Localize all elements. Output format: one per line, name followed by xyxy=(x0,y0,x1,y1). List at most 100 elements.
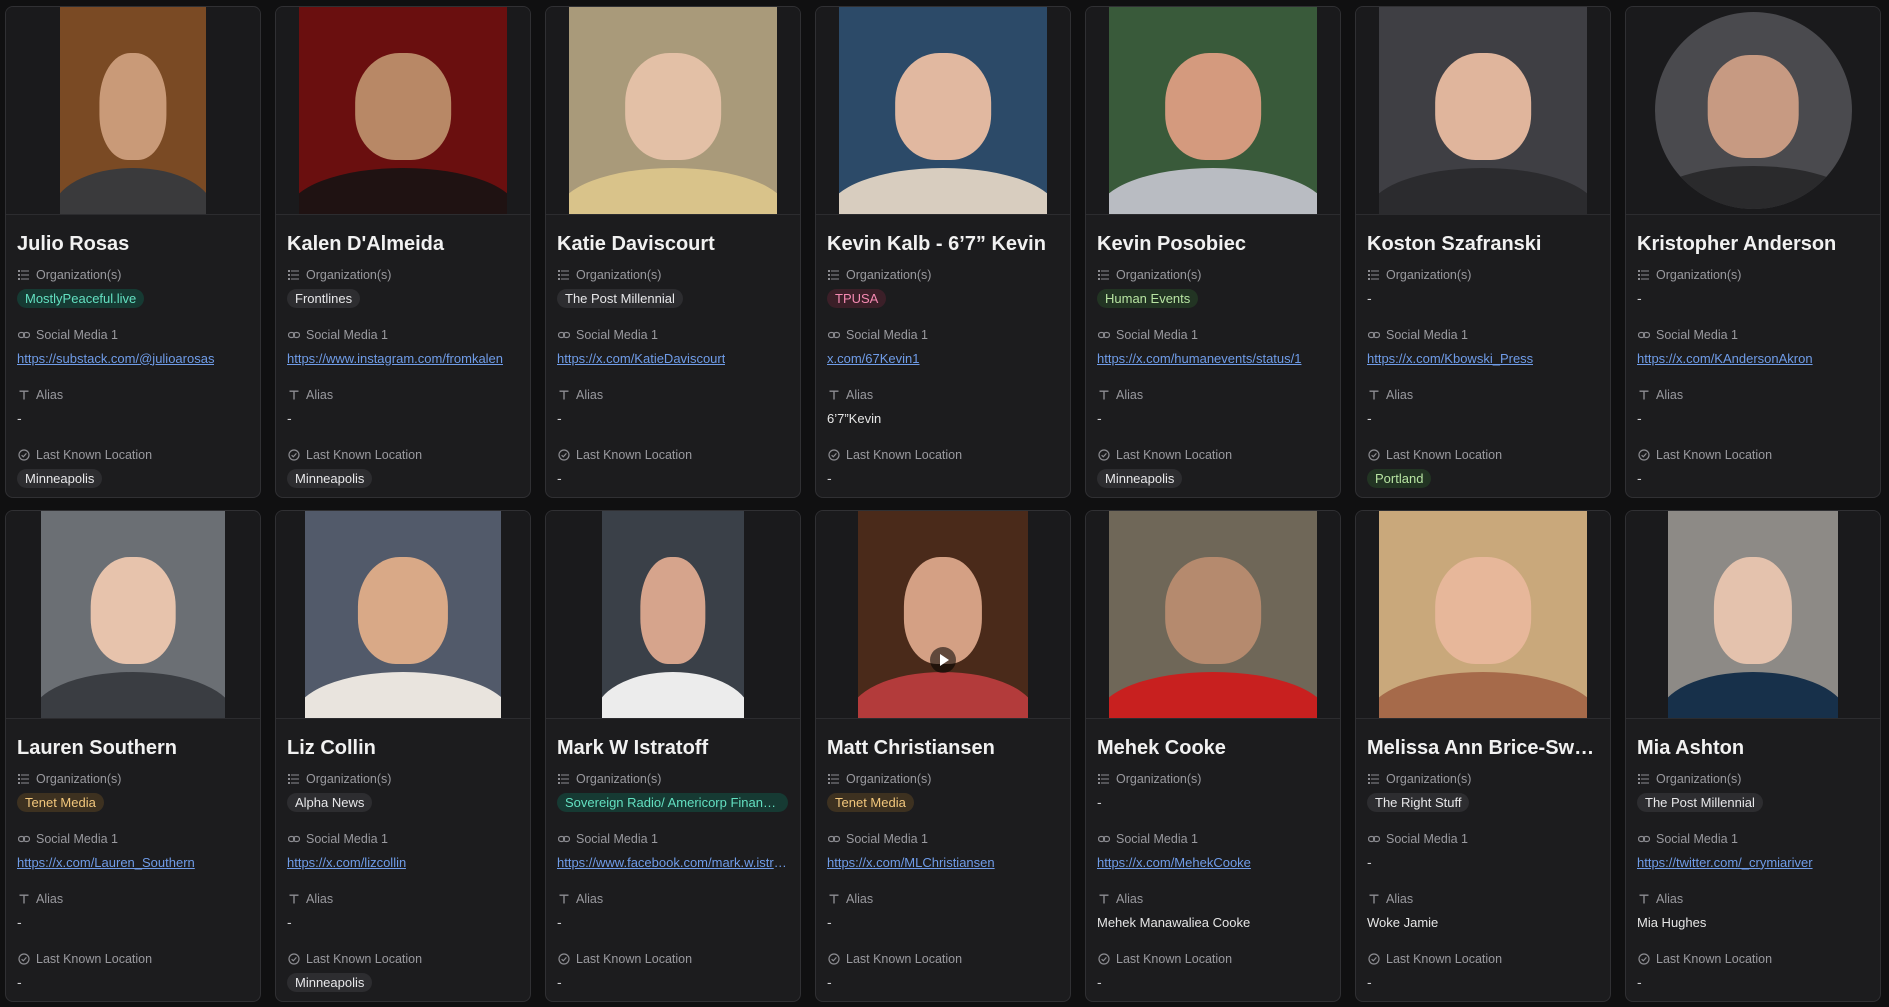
location-value[interactable]: - xyxy=(1097,971,1328,993)
social-value[interactable]: https://x.com/humanevents/status/1 xyxy=(1097,347,1328,369)
photo-area xyxy=(546,7,800,215)
social-link[interactable]: https://x.com/KAndersonAkron xyxy=(1637,351,1813,366)
social-link[interactable]: https://substack.com/@julioarosas xyxy=(17,351,214,366)
location-value[interactable]: Minneapolis xyxy=(287,971,518,993)
tag-pill[interactable]: Frontlines xyxy=(287,288,361,308)
tag-pill[interactable]: Sovereign Radio/ Americorp Financial xyxy=(557,792,788,812)
location-value[interactable]: Minneapolis xyxy=(1097,467,1328,489)
social-value[interactable]: https://www.facebook.com/mark.w.istratof… xyxy=(557,851,788,873)
social-link[interactable]: https://x.com/MLChristiansen xyxy=(827,855,995,870)
social-value[interactable]: https://x.com/KatieDaviscourt xyxy=(557,347,788,369)
text-value: Woke Jamie xyxy=(1367,914,1439,930)
tag-pill[interactable]: Tenet Media xyxy=(827,792,914,812)
person-card[interactable]: Melissa Ann Brice-Swenson Organization(s… xyxy=(1355,510,1611,1002)
social-value[interactable]: - xyxy=(1367,851,1598,873)
alias-label: Alias xyxy=(557,891,788,907)
tag-pill[interactable]: Minneapolis xyxy=(287,468,373,488)
social-link[interactable]: https://x.com/MehekCooke xyxy=(1097,855,1251,870)
person-card[interactable]: Lauren Southern Organization(s) Tenet Me… xyxy=(5,510,261,1002)
social-link[interactable]: https://www.instagram.com/fromkalen xyxy=(287,351,503,366)
social-value[interactable]: https://x.com/lizcollin xyxy=(287,851,518,873)
location-value[interactable]: - xyxy=(17,971,248,993)
person-card[interactable]: Mehek Cooke Organization(s) - Social Med… xyxy=(1085,510,1341,1002)
org-value[interactable]: Tenet Media xyxy=(827,791,1058,813)
person-card[interactable]: Koston Szafranski Organization(s) - Soci… xyxy=(1355,6,1611,498)
person-card[interactable]: Julio Rosas Organization(s) MostlyPeacef… xyxy=(5,6,261,498)
person-card[interactable]: Mia Ashton Organization(s) The Post Mill… xyxy=(1625,510,1881,1002)
tag-pill[interactable]: MostlyPeaceful.live xyxy=(17,288,145,308)
social-link[interactable]: https://x.com/lizcollin xyxy=(287,855,406,870)
person-card[interactable]: Kevin Posobiec Organization(s) Human Eve… xyxy=(1085,6,1341,498)
social-link[interactable]: x.com/67Kevin1 xyxy=(827,351,920,366)
location-value[interactable]: Portland xyxy=(1367,467,1598,489)
org-value[interactable]: Alpha News xyxy=(287,791,518,813)
social-value[interactable]: https://substack.com/@julioarosas xyxy=(17,347,248,369)
location-value[interactable]: - xyxy=(557,467,788,489)
social-value[interactable]: https://x.com/Kbowski_Press xyxy=(1367,347,1598,369)
photo-torso xyxy=(60,168,206,214)
social-link[interactable]: https://www.facebook.com/mark.w.istratof… xyxy=(557,855,788,870)
alias-value: - xyxy=(557,911,788,933)
social-link[interactable]: https://x.com/humanevents/status/1 xyxy=(1097,351,1302,366)
org-label: Organization(s) xyxy=(1097,267,1328,283)
tag-pill[interactable]: Portland xyxy=(1367,468,1432,488)
location-value[interactable]: - xyxy=(557,971,788,993)
tag-pill[interactable]: TPUSA xyxy=(827,288,887,308)
location-value[interactable]: - xyxy=(827,971,1058,993)
org-value[interactable]: Sovereign Radio/ Americorp Financial xyxy=(557,791,788,813)
tag-pill[interactable]: Tenet Media xyxy=(17,792,104,812)
tag-pill[interactable]: Minneapolis xyxy=(287,972,373,992)
social-value[interactable]: https://twitter.com/_crymiariver xyxy=(1637,851,1868,873)
org-value[interactable]: - xyxy=(1097,791,1328,813)
tag-pill[interactable]: The Right Stuff xyxy=(1367,792,1470,812)
org-value[interactable]: - xyxy=(1637,287,1868,309)
person-card[interactable]: Liz Collin Organization(s) Alpha News So… xyxy=(275,510,531,1002)
tag-pill[interactable]: The Post Millennial xyxy=(1637,792,1763,812)
social-link[interactable]: https://x.com/Lauren_Southern xyxy=(17,855,195,870)
org-value[interactable]: Tenet Media xyxy=(17,791,248,813)
person-card[interactable]: Mark W Istratoff Organization(s) Soverei… xyxy=(545,510,801,1002)
location-value[interactable]: - xyxy=(1637,467,1868,489)
link-icon xyxy=(827,329,840,342)
location-label: Last Known Location xyxy=(827,447,1058,463)
org-value[interactable]: MostlyPeaceful.live xyxy=(17,287,248,309)
person-card[interactable]: Kalen D'Almeida Organization(s) Frontlin… xyxy=(275,6,531,498)
location-value[interactable]: - xyxy=(827,467,1058,489)
location-value[interactable]: Minneapolis xyxy=(287,467,518,489)
location-label: Last Known Location xyxy=(287,951,518,967)
person-card[interactable]: Matt Christiansen Organization(s) Tenet … xyxy=(815,510,1071,1002)
tag-pill[interactable]: Human Events xyxy=(1097,288,1199,308)
tag-pill[interactable]: Minneapolis xyxy=(17,468,103,488)
org-value[interactable]: The Post Millennial xyxy=(557,287,788,309)
play-icon[interactable] xyxy=(930,647,956,674)
person-card[interactable]: Kristopher Anderson Organization(s) - So… xyxy=(1625,6,1881,498)
social-value[interactable]: https://x.com/MLChristiansen xyxy=(827,851,1058,873)
org-value[interactable]: TPUSA xyxy=(827,287,1058,309)
check-circle-icon xyxy=(1367,953,1380,966)
social-value[interactable]: x.com/67Kevin1 xyxy=(827,347,1058,369)
tag-pill[interactable]: Minneapolis xyxy=(1097,468,1183,488)
social-value[interactable]: https://x.com/Lauren_Southern xyxy=(17,851,248,873)
social-link[interactable]: https://x.com/KatieDaviscourt xyxy=(557,351,725,366)
org-value[interactable]: The Post Millennial xyxy=(1637,791,1868,813)
tag-pill[interactable]: The Post Millennial xyxy=(557,288,683,308)
location-value[interactable]: - xyxy=(1637,971,1868,993)
org-value[interactable]: Frontlines xyxy=(287,287,518,309)
check-circle-icon xyxy=(557,953,570,966)
org-value[interactable]: Human Events xyxy=(1097,287,1328,309)
social-value[interactable]: https://www.instagram.com/fromkalen xyxy=(287,347,518,369)
tag-pill[interactable]: Alpha News xyxy=(287,792,373,812)
org-value[interactable]: The Right Stuff xyxy=(1367,791,1598,813)
photo-head xyxy=(1713,556,1793,665)
location-label: Last Known Location xyxy=(1097,951,1328,967)
org-value[interactable]: - xyxy=(1367,287,1598,309)
people-card-grid: Julio Rosas Organization(s) MostlyPeacef… xyxy=(5,6,1881,1002)
location-value[interactable]: Minneapolis xyxy=(17,467,248,489)
person-card[interactable]: Katie Daviscourt Organization(s) The Pos… xyxy=(545,6,801,498)
social-link[interactable]: https://twitter.com/_crymiariver xyxy=(1637,855,1813,870)
person-card[interactable]: Kevin Kalb - 6’7” Kevin Organization(s) … xyxy=(815,6,1071,498)
social-value[interactable]: https://x.com/MehekCooke xyxy=(1097,851,1328,873)
location-value[interactable]: - xyxy=(1367,971,1598,993)
social-link[interactable]: https://x.com/Kbowski_Press xyxy=(1367,351,1533,366)
social-value[interactable]: https://x.com/KAndersonAkron xyxy=(1637,347,1868,369)
